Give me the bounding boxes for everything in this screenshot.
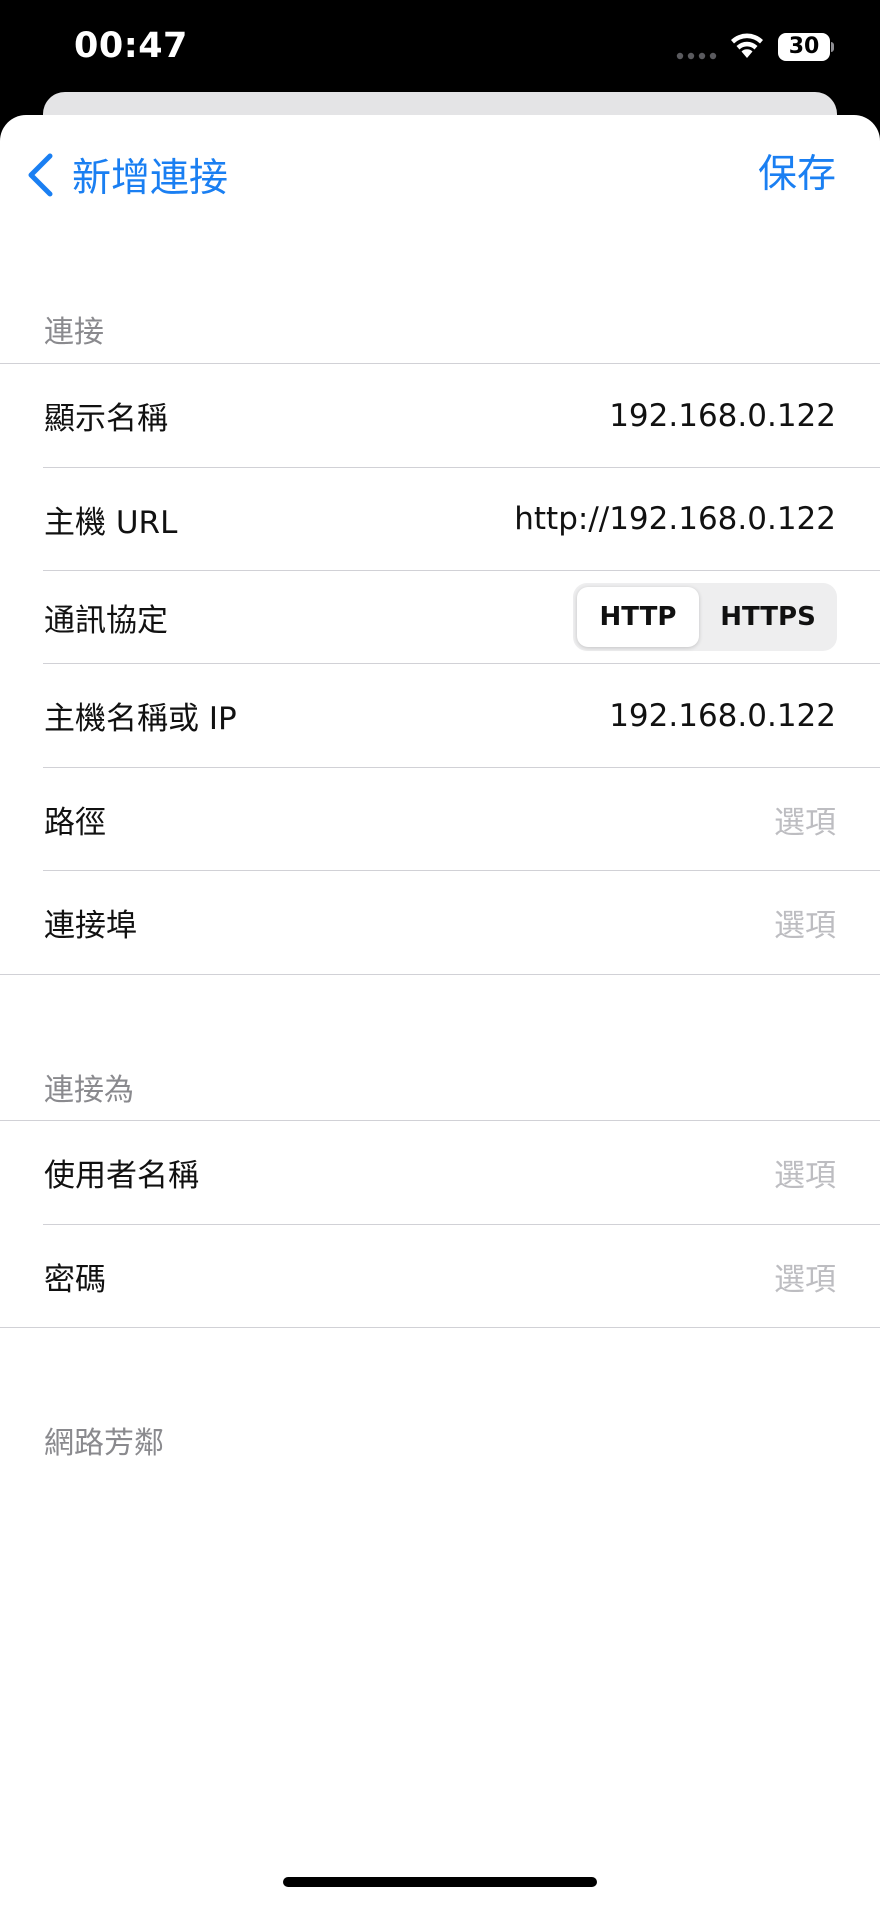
divider xyxy=(0,1327,880,1328)
hostname-ip-value[interactable]: 192.168.0.122 xyxy=(609,664,836,767)
protocol-segmented-control: HTTP HTTPS xyxy=(573,583,837,651)
add-connection-sheet: 新增連接 保存 連接 顯示名稱 192.168.0.122 主機 URL htt… xyxy=(0,115,880,1905)
battery-level: 30 xyxy=(788,34,820,59)
protocol-option-https[interactable]: HTTPS xyxy=(703,587,833,647)
host-url-value[interactable]: http://192.168.0.122 xyxy=(514,468,836,570)
username-row[interactable]: 使用者名稱 選項 xyxy=(0,1121,880,1224)
path-label: 路徑 xyxy=(44,804,106,841)
section-header-connect-as: 連接為 xyxy=(44,1073,134,1108)
display-name-row[interactable]: 顯示名稱 192.168.0.122 xyxy=(0,364,880,467)
username-label: 使用者名稱 xyxy=(44,1158,199,1194)
hostname-ip-row[interactable]: 主機名稱或 IP 192.168.0.122 xyxy=(0,664,880,767)
hostname-ip-label: 主機名稱或 IP xyxy=(44,701,237,737)
password-row[interactable]: 密碼 選項 xyxy=(0,1225,880,1327)
port-row[interactable]: 連接埠 選項 xyxy=(0,871,880,974)
username-input[interactable]: 選項 xyxy=(774,1121,836,1224)
protocol-label: 通訊協定 xyxy=(44,602,168,639)
port-label: 連接埠 xyxy=(44,908,137,944)
status-time: 00:47 xyxy=(74,26,188,66)
battery-icon: 30 xyxy=(778,33,834,61)
path-input[interactable]: 選項 xyxy=(774,768,836,870)
password-input[interactable]: 選項 xyxy=(774,1225,836,1327)
save-button[interactable]: 保存 xyxy=(758,147,836,203)
host-url-row[interactable]: 主機 URL http://192.168.0.122 xyxy=(0,468,880,570)
chevron-left-icon xyxy=(28,153,53,197)
password-label: 密碼 xyxy=(44,1261,106,1298)
protocol-option-http[interactable]: HTTP xyxy=(577,587,699,647)
section-header-connection: 連接 xyxy=(44,315,104,350)
home-indicator[interactable] xyxy=(283,1877,597,1887)
wifi-icon xyxy=(731,33,763,58)
display-name-value[interactable]: 192.168.0.122 xyxy=(609,364,836,467)
back-button[interactable]: 新增連接 xyxy=(24,147,228,203)
port-input[interactable]: 選項 xyxy=(774,871,836,974)
section-header-network: 網路芳鄰 xyxy=(44,1426,164,1461)
back-button-label: 新增連接 xyxy=(72,156,229,201)
divider xyxy=(0,974,880,975)
cellular-signal-icon xyxy=(676,52,717,60)
navigation-bar: 新增連接 保存 xyxy=(0,115,880,225)
host-url-label: 主機 URL xyxy=(44,504,178,541)
screen: 00:47 30 新增連接 保存 連接 顯示名稱 192.168.0.122 主… xyxy=(0,0,880,1905)
protocol-row: 通訊協定 HTTP HTTPS xyxy=(0,571,880,663)
path-row[interactable]: 路徑 選項 xyxy=(0,768,880,870)
status-bar: 00:47 30 xyxy=(0,0,880,95)
display-name-label: 顯示名稱 xyxy=(44,401,168,437)
